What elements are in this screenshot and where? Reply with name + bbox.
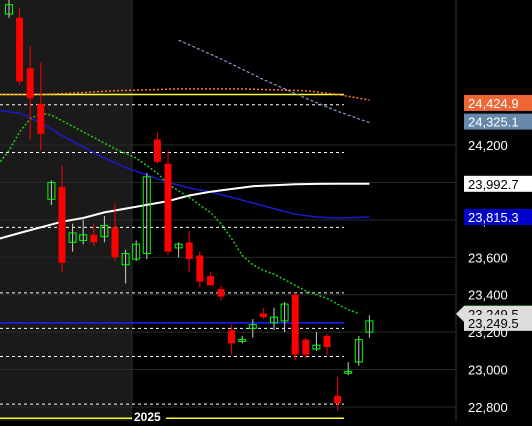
candle-body-down — [217, 289, 225, 297]
y-tick-label: 23,000 — [468, 363, 508, 378]
candle-body-down — [111, 227, 119, 258]
candle-body-down — [334, 395, 342, 404]
candle-body-down — [16, 17, 24, 82]
price-tag-label: 24,424.9 — [468, 96, 519, 111]
y-tick-label: 22,800 — [468, 400, 508, 415]
chart-svg: 24,20024,00023,80023,60023,40023,20023,0… — [0, 0, 532, 424]
price-chart[interactable]: 24,20024,00023,80023,60023,40023,20023,0… — [0, 0, 532, 424]
candle-body-down — [323, 335, 331, 348]
candle-body-down — [164, 163, 172, 252]
candle-body-down — [259, 313, 267, 318]
x-axis-year-label: 2025 — [134, 410, 161, 421]
candle-body-down — [58, 187, 66, 263]
price-tag-label: 23,249.5 — [468, 316, 519, 331]
candle-body-down — [228, 330, 236, 344]
candle-body-down — [206, 275, 214, 286]
y-tick-label: 24,200 — [468, 138, 508, 153]
y-tick-label: 23,600 — [468, 250, 508, 265]
price-tag-label: 23,815.3 — [468, 210, 519, 225]
price-tag-label: 23,992.7 — [468, 177, 519, 192]
candle-body-down — [185, 242, 193, 260]
candle-body-down — [196, 255, 204, 282]
price-tag-label: 24,325.1 — [468, 115, 519, 130]
candle-body-down — [90, 234, 98, 243]
candle-body-down — [302, 339, 310, 355]
y-tick-label: 23,400 — [468, 288, 508, 303]
candle-body-down — [26, 68, 34, 99]
candle-body-down — [153, 139, 161, 162]
candle-body-down — [291, 294, 299, 355]
candle-body-down — [37, 103, 45, 134]
